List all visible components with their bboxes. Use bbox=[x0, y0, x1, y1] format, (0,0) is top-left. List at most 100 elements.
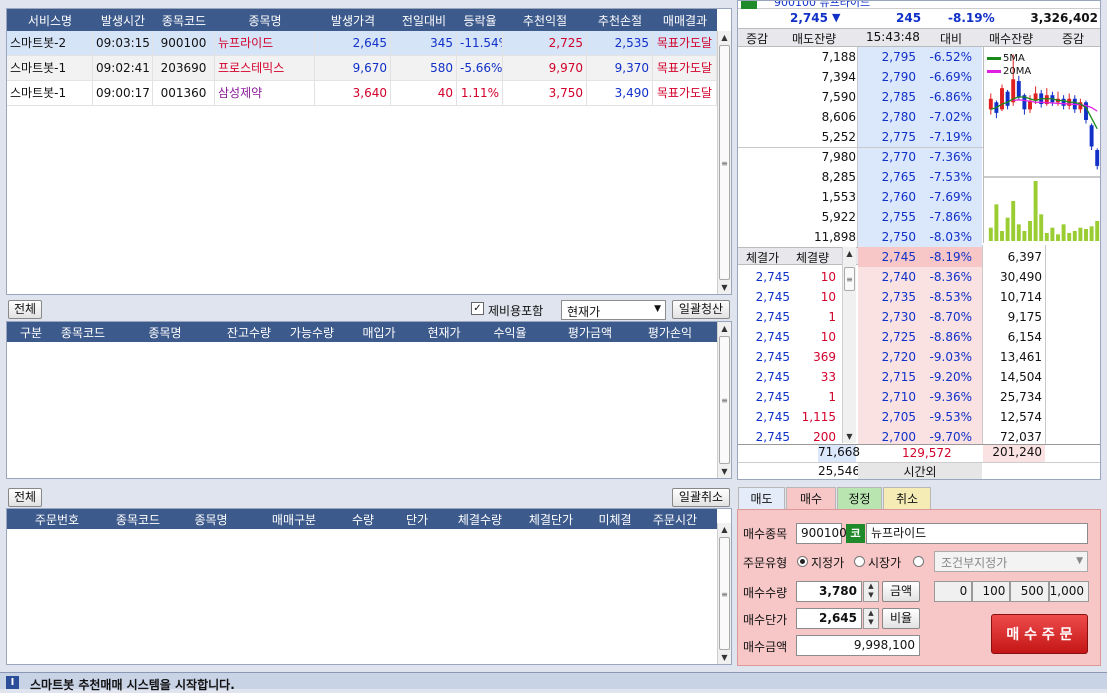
bid-row[interactable]: 2,745 10 2,735 -8.53% 10,714 bbox=[738, 287, 1100, 307]
bid-row[interactable]: 2,745 -8.19% 6,397 bbox=[738, 247, 1100, 267]
col-time[interactable]: 발생시간 bbox=[93, 12, 153, 29]
sell-all-button[interactable]: 일괄청산 bbox=[672, 300, 730, 319]
col-name[interactable]: 종목명 bbox=[111, 324, 219, 341]
ask-price[interactable]: 2,755 bbox=[858, 207, 920, 227]
col-name[interactable]: 종목명 bbox=[215, 12, 315, 29]
scroll-down-icon[interactable]: ▼ bbox=[718, 465, 731, 478]
scroll-up-icon[interactable]: ▲ bbox=[718, 31, 731, 44]
ask-price[interactable]: 2,780 bbox=[858, 107, 920, 127]
buy-order-button[interactable]: 매 수 주 문 bbox=[991, 614, 1088, 654]
price-input[interactable]: 2,645 bbox=[796, 608, 862, 629]
radio-limit[interactable] bbox=[797, 556, 808, 567]
col-name[interactable]: 종목명 bbox=[169, 511, 253, 528]
ask-price[interactable]: 2,760 bbox=[858, 187, 920, 207]
bid-price[interactable]: 2,715 bbox=[858, 367, 920, 387]
bid-row[interactable]: 2,745 10 2,725 -8.86% 6,154 bbox=[738, 327, 1100, 347]
qty-stepper[interactable]: ▲ ▼ bbox=[863, 581, 879, 602]
scroll-down-icon[interactable]: ▼ bbox=[718, 651, 731, 664]
orders-scrollbar[interactable]: ▲ ≡ ▼ bbox=[717, 523, 731, 664]
col-result[interactable]: 매매결과 bbox=[653, 12, 717, 29]
col-order-no[interactable]: 주문번호 bbox=[7, 511, 107, 528]
bid-row[interactable]: 2,745 1 2,730 -8.70% 9,175 bbox=[738, 307, 1100, 327]
scroll-thumb[interactable]: ≡ bbox=[844, 267, 855, 291]
bid-price[interactable]: 2,745 bbox=[858, 247, 920, 267]
include-fees-checkbox[interactable]: ✓ bbox=[471, 302, 484, 315]
col-stop[interactable]: 추천손절 bbox=[587, 12, 653, 29]
tab-buy[interactable]: 매수 bbox=[786, 487, 836, 509]
qty-input[interactable]: 3,780 bbox=[796, 581, 862, 602]
col-type[interactable]: 구분 bbox=[7, 324, 55, 341]
bid-price[interactable]: 2,725 bbox=[858, 327, 920, 347]
orders-all-button[interactable]: 전체 bbox=[8, 488, 42, 507]
col-available[interactable]: 가능수량 bbox=[279, 324, 345, 341]
scroll-down-icon[interactable]: ▼ bbox=[843, 430, 856, 443]
stepper-down-icon[interactable]: ▼ bbox=[864, 618, 878, 627]
bid-price[interactable]: 2,730 bbox=[858, 307, 920, 327]
col-unfilled[interactable]: 미체결 bbox=[585, 511, 645, 528]
col-filled-price[interactable]: 체결단가 bbox=[517, 511, 585, 528]
stepper-down-icon[interactable]: ▼ bbox=[864, 591, 878, 600]
ask-price[interactable]: 2,750 bbox=[858, 227, 920, 247]
qty-preset-button[interactable]: 0 bbox=[934, 581, 973, 602]
cancel-all-button[interactable]: 일괄취소 bbox=[672, 488, 730, 507]
col-take[interactable]: 추천익절 bbox=[503, 12, 587, 29]
col-service[interactable]: 서비스명 bbox=[7, 12, 93, 29]
radio-market[interactable] bbox=[854, 556, 865, 567]
col-unit[interactable]: 단가 bbox=[391, 511, 443, 528]
radio-market-label[interactable]: 시장가 bbox=[868, 554, 901, 571]
scroll-up-icon[interactable]: ▲ bbox=[718, 322, 731, 335]
stepper-up-icon[interactable]: ▲ bbox=[864, 609, 878, 618]
holdings-scrollbar[interactable]: ▲ ≡ ▼ bbox=[717, 322, 731, 478]
alerts-scrollbar[interactable]: ▲ ≡ ▼ bbox=[717, 31, 731, 294]
bid-price[interactable]: 2,735 bbox=[858, 287, 920, 307]
bid-row[interactable]: 2,745 10 2,740 -8.36% 30,490 bbox=[738, 267, 1100, 287]
holdings-all-button[interactable]: 전체 bbox=[8, 300, 42, 319]
qty-preset-button[interactable]: 500 bbox=[1010, 581, 1049, 602]
ask-price[interactable]: 2,765 bbox=[858, 167, 920, 187]
bid-price[interactable]: 2,705 bbox=[858, 407, 920, 427]
col-code[interactable]: 종목코드 bbox=[107, 511, 169, 528]
bid-row[interactable]: 2,745 369 2,720 -9.03% 13,461 bbox=[738, 347, 1100, 367]
ask-price[interactable]: 2,775 bbox=[858, 127, 920, 147]
ratio-button[interactable]: 비율 bbox=[882, 608, 920, 629]
col-side[interactable]: 매매구분 bbox=[253, 511, 335, 528]
radio-condition[interactable] bbox=[913, 556, 924, 567]
price-type-select[interactable]: 현재가 ▼ bbox=[561, 300, 666, 320]
col-diff[interactable]: 전일대비 bbox=[391, 12, 457, 29]
stepper-up-icon[interactable]: ▲ bbox=[864, 582, 878, 591]
scroll-down-icon[interactable]: ▼ bbox=[718, 281, 731, 294]
col-yield[interactable]: 수익율 bbox=[475, 324, 545, 341]
col-eval[interactable]: 평가금액 bbox=[545, 324, 635, 341]
ask-price[interactable]: 2,770 bbox=[858, 147, 920, 167]
price-stepper[interactable]: ▲ ▼ bbox=[863, 608, 879, 629]
amount-button[interactable]: 금액 bbox=[882, 581, 920, 602]
radio-limit-label[interactable]: 지정가 bbox=[811, 554, 844, 571]
bid-row[interactable]: 2,745 1 2,710 -9.36% 25,734 bbox=[738, 387, 1100, 407]
col-pnl[interactable]: 평가손익 bbox=[635, 324, 705, 341]
bid-price[interactable]: 2,720 bbox=[858, 347, 920, 367]
col-price[interactable]: 발생가격 bbox=[315, 12, 391, 29]
ticks-scrollbar[interactable]: ▲ ≡ ▼ bbox=[842, 247, 856, 443]
table-row[interactable]: 스마트봇-209:03:15900100뉴프라이드2,645345-11.54%… bbox=[7, 31, 717, 56]
bid-row[interactable]: 2,745 1,115 2,705 -9.53% 12,574 bbox=[738, 407, 1100, 427]
bid-price[interactable]: 2,710 bbox=[858, 387, 920, 407]
ask-price[interactable]: 2,795 bbox=[858, 47, 920, 67]
col-code[interactable]: 종목코드 bbox=[55, 324, 111, 341]
col-buy-price[interactable]: 매입가 bbox=[345, 324, 413, 341]
tab-cancel[interactable]: 취소 bbox=[883, 487, 931, 509]
col-current[interactable]: 현재가 bbox=[413, 324, 475, 341]
scroll-up-icon[interactable]: ▲ bbox=[843, 247, 856, 260]
scroll-thumb[interactable]: ≡ bbox=[719, 537, 730, 650]
qty-preset-button[interactable]: 1,000 bbox=[1048, 581, 1090, 602]
scroll-thumb[interactable]: ≡ bbox=[719, 45, 730, 280]
bid-row[interactable]: 2,745 33 2,715 -9.20% 14,504 bbox=[738, 367, 1100, 387]
tab-sell[interactable]: 매도 bbox=[738, 487, 785, 509]
col-order-time[interactable]: 주문시간 bbox=[645, 511, 705, 528]
table-row[interactable]: 스마트봇-1 09:00:17 001360 삼성제약 3,640 40 1.11% 3,75… bbox=[7, 81, 717, 106]
col-balance[interactable]: 잔고수량 bbox=[219, 324, 279, 341]
col-filled-qty[interactable]: 체결수량 bbox=[443, 511, 517, 528]
ask-price[interactable]: 2,785 bbox=[858, 87, 920, 107]
col-rate[interactable]: 등락율 bbox=[457, 12, 503, 29]
scroll-thumb[interactable]: ≡ bbox=[719, 336, 730, 464]
table-row[interactable]: 스마트봇-1 09:02:41 203690 프로스테믹스 9,670 580 -5.66%… bbox=[7, 56, 717, 81]
